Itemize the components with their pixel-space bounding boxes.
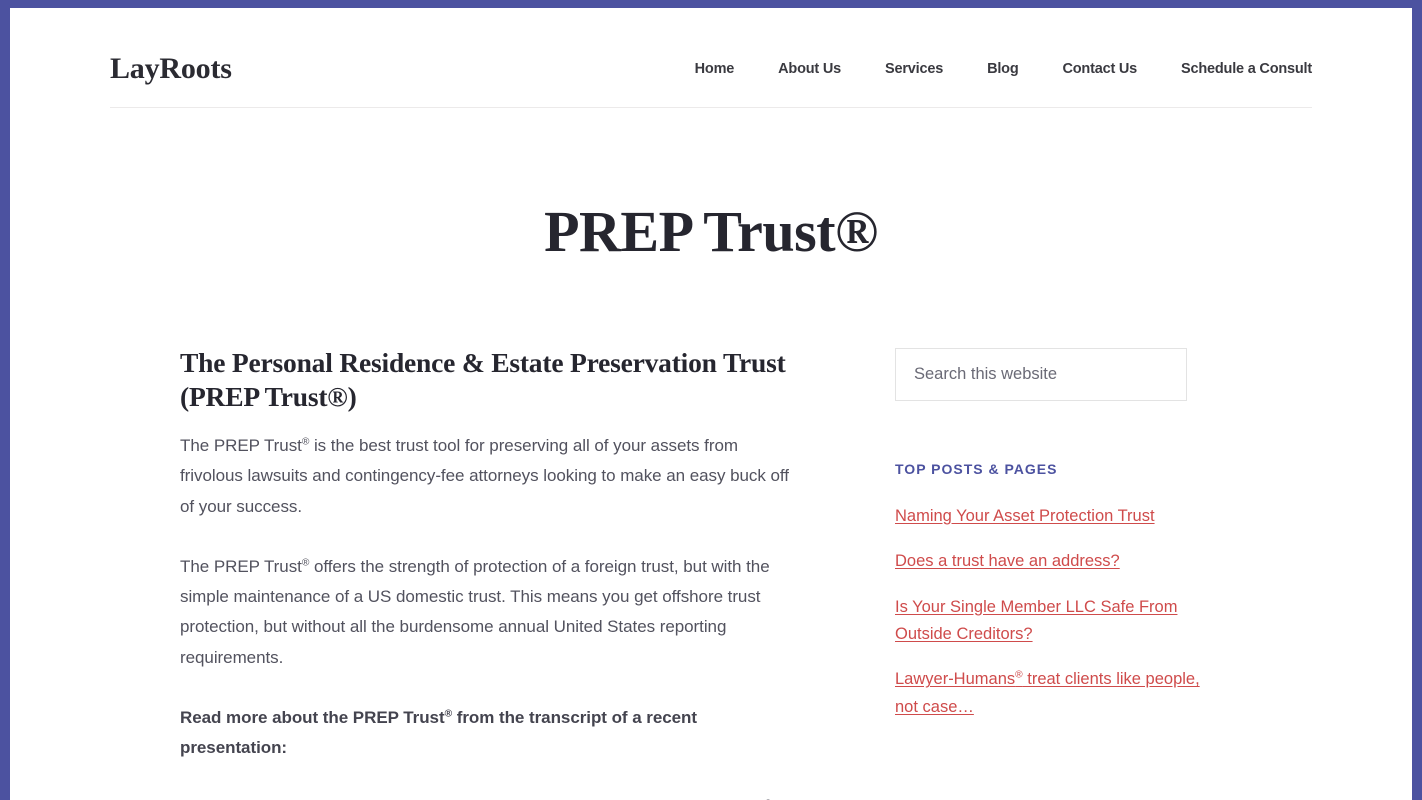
nav-item-home[interactable]: Home — [673, 61, 757, 77]
list-item: Is Your Single Member LLC Safe From Outs… — [895, 594, 1200, 649]
search-input[interactable] — [895, 347, 1187, 401]
top-posts-widget: TOP POSTS & PAGES Naming Your Asset Prot… — [895, 461, 1200, 721]
article-paragraph-emphasis: Read more about the PREP Trust® from the… — [180, 707, 697, 758]
list-item: Naming Your Asset Protection Trust — [895, 503, 1200, 530]
page-title-area: PREP Trust® — [10, 108, 1412, 293]
page-frame: LayRoots Home About Us Services Blog Con… — [0, 0, 1422, 800]
top-posts-list: Naming Your Asset Protection Trust Does … — [895, 503, 1200, 721]
article-paragraph: The PREP Trust® is the best trust tool f… — [180, 436, 789, 516]
main-navigation: Home About Us Services Blog Contact Us S… — [673, 61, 1313, 77]
nav-item-services[interactable]: Services — [863, 61, 965, 77]
site-canvas: LayRoots Home About Us Services Blog Con… — [10, 8, 1412, 800]
header-inner: LayRoots Home About Us Services Blog Con… — [110, 52, 1312, 108]
site-header: LayRoots Home About Us Services Blog Con… — [10, 8, 1412, 108]
sidebar: TOP POSTS & PAGES Naming Your Asset Prot… — [840, 346, 1200, 739]
nav-item-blog[interactable]: Blog — [965, 61, 1040, 77]
article-paragraph: Hello and welcome. We are talking about … — [180, 793, 800, 800]
content-row: The Personal Residence & Estate Preserva… — [110, 293, 1312, 800]
search-form — [895, 347, 1200, 401]
top-post-link[interactable]: Does a trust have an address? — [895, 552, 1120, 570]
top-post-link[interactable]: Naming Your Asset Protection Trust — [895, 507, 1155, 525]
top-post-link[interactable]: Lawyer-Humans® treat clients like people… — [895, 670, 1200, 715]
list-item: Does a trust have an address? — [895, 548, 1200, 575]
main-content: The Personal Residence & Estate Preserva… — [110, 346, 840, 800]
list-item: Lawyer-Humans® treat clients like people… — [895, 666, 1200, 721]
site-title[interactable]: LayRoots — [110, 52, 232, 85]
nav-item-about-us[interactable]: About Us — [756, 61, 863, 77]
page-title: PREP Trust® — [544, 199, 878, 264]
nav-item-schedule-a-consult[interactable]: Schedule a Consult — [1159, 61, 1312, 77]
top-post-link[interactable]: Is Your Single Member LLC Safe From Outs… — [895, 598, 1177, 643]
article-heading: The Personal Residence & Estate Preserva… — [180, 346, 786, 412]
top-posts-widget-title: TOP POSTS & PAGES — [895, 460, 1058, 477]
nav-item-contact-us[interactable]: Contact Us — [1041, 61, 1160, 77]
article-paragraph: The PREP Trust® offers the strength of p… — [180, 556, 770, 667]
